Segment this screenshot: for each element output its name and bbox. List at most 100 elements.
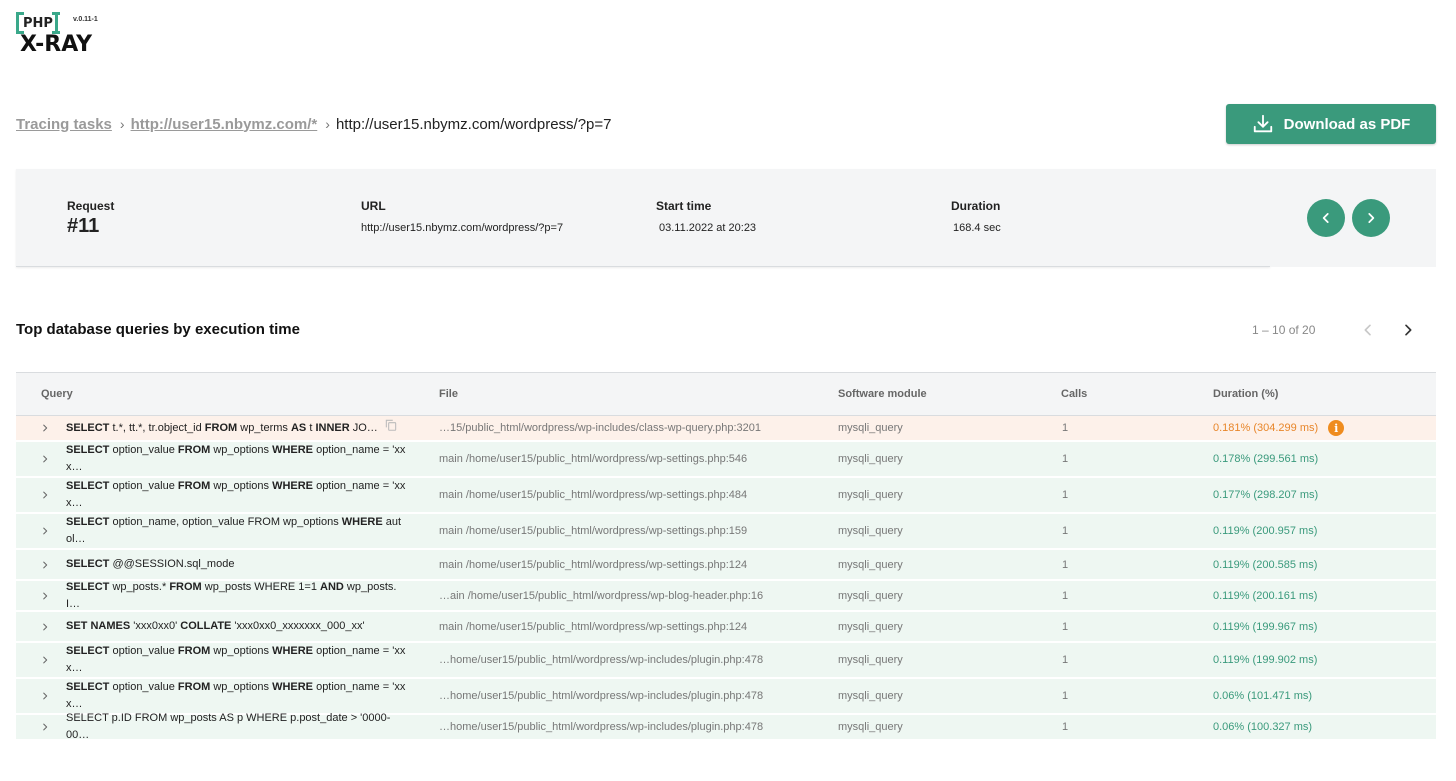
file-path: main /home/user15/public_html/wordpress/… bbox=[439, 525, 748, 537]
duration-value: 168.4 sec bbox=[953, 222, 1001, 234]
header-software-module[interactable]: Software module bbox=[838, 388, 927, 400]
expand-chevron-icon[interactable] bbox=[40, 715, 52, 739]
table-row[interactable]: SELECT option_name, option_value FROM wp… bbox=[16, 514, 1436, 550]
query-fragment: @@SESSION.sql_mode bbox=[109, 558, 235, 570]
pager-range: 1 – 10 of 20 bbox=[1252, 323, 1316, 337]
table-row[interactable]: SELECT p.ID FROM wp_posts AS p WHERE p.p… bbox=[16, 712, 1436, 741]
duration-cell: 0.119% (199.967 ms) bbox=[1213, 612, 1317, 641]
software-module: mysqli_query bbox=[838, 453, 903, 465]
query-fragment: wp_options bbox=[210, 480, 273, 492]
duration-cell: 0.178% (299.561 ms) bbox=[1213, 442, 1318, 476]
query-text: SELECT @@SESSION.sql_mode bbox=[66, 550, 411, 579]
expand-chevron-icon[interactable] bbox=[40, 581, 52, 610]
query-fragment: option_value bbox=[109, 480, 178, 492]
query-keyword: FROM bbox=[177, 681, 211, 693]
expand-chevron-icon[interactable] bbox=[40, 416, 52, 440]
copy-icon[interactable] bbox=[378, 418, 398, 438]
calls-count: 1 bbox=[1062, 620, 1069, 633]
calls-count: 1 bbox=[1062, 422, 1069, 434]
duration-cell: 0.181% (304.299 ms) i bbox=[1213, 416, 1345, 440]
software-module: mysqli_query bbox=[838, 620, 903, 633]
previous-request-button[interactable] bbox=[1307, 199, 1345, 237]
download-icon bbox=[1253, 114, 1272, 133]
duration-value: 0.119% (200.161 ms) bbox=[1213, 589, 1318, 602]
file-path: …15/public_html/wordpress/wp-includes/cl… bbox=[439, 422, 762, 434]
query-keyword: SELECT bbox=[66, 645, 110, 657]
expand-chevron-icon[interactable] bbox=[40, 643, 52, 677]
query-keyword: SELECT bbox=[66, 558, 110, 570]
info-icon[interactable]: i bbox=[1328, 420, 1345, 436]
software-module: mysqli_query bbox=[838, 589, 903, 602]
query-fragment: wp_options bbox=[210, 681, 273, 693]
query-fragment: wp_options bbox=[210, 444, 273, 456]
query-text: SELECT option_value FROM wp_options WHER… bbox=[66, 442, 411, 476]
calls-count: 1 bbox=[1062, 489, 1069, 501]
table-row[interactable]: SELECT @@SESSION.sql_mode main /home/user… bbox=[16, 550, 1436, 581]
header-query[interactable]: Query bbox=[41, 388, 73, 400]
expand-chevron-icon[interactable] bbox=[40, 514, 52, 548]
query-fragment: JO… bbox=[349, 421, 378, 434]
file-path: …home/user15/public_html/wordpress/wp-in… bbox=[439, 690, 764, 702]
calls-count: 1 bbox=[1062, 690, 1069, 702]
chevron-right-icon: › bbox=[325, 116, 330, 132]
header-file[interactable]: File bbox=[439, 388, 458, 400]
expand-chevron-icon[interactable] bbox=[40, 679, 52, 713]
next-request-button[interactable] bbox=[1352, 199, 1390, 237]
query-keyword: WHERE bbox=[272, 480, 314, 492]
duration-value: 0.177% (298.207 ms) bbox=[1213, 489, 1319, 501]
chevron-right-icon bbox=[1368, 213, 1375, 223]
query-fragment: 'xxx0xx0' bbox=[130, 620, 181, 632]
software-module: mysqli_query bbox=[838, 690, 903, 702]
calls-count: 1 bbox=[1062, 654, 1069, 666]
download-pdf-button[interactable]: Download as PDF bbox=[1226, 104, 1436, 144]
query-text: SET NAMES 'xxx0xx0' COLLATE 'xxx0xx0_xxx… bbox=[66, 612, 411, 641]
query-text: SELECT option_name, option_value FROM wp… bbox=[66, 514, 411, 548]
software-module: mysqli_query bbox=[838, 489, 903, 501]
chevron-left-icon bbox=[1322, 213, 1329, 223]
query-text: SELECT option_value FROM wp_options WHER… bbox=[66, 478, 411, 512]
duration-cell: 0.119% (200.585 ms) bbox=[1213, 550, 1317, 579]
request-summary: Request #11 URL http://user15.nbymz.com/… bbox=[16, 169, 1270, 267]
duration-value: 0.181% (304.299 ms) bbox=[1213, 422, 1319, 434]
software-module: mysqli_query bbox=[838, 721, 903, 733]
breadcrumb-domain[interactable]: http://user15.nbymz.com/* bbox=[131, 116, 318, 133]
header-calls[interactable]: Calls bbox=[1061, 388, 1087, 400]
query-keyword: WHERE bbox=[272, 681, 314, 693]
table-row[interactable]: SELECT option_value FROM wp_options WHER… bbox=[16, 442, 1436, 478]
query-keyword: FROM bbox=[204, 421, 238, 434]
table-row[interactable]: SELECT option_value FROM wp_options WHER… bbox=[16, 643, 1436, 679]
software-module: mysqli_query bbox=[838, 422, 903, 434]
query-fragment: option_value bbox=[109, 444, 178, 456]
request-nav bbox=[1270, 169, 1436, 267]
url-value: http://user15.nbymz.com/wordpress/?p=7 bbox=[361, 222, 564, 234]
software-module: mysqli_query bbox=[838, 558, 903, 571]
query-keyword: FROM bbox=[177, 444, 211, 456]
expand-chevron-icon[interactable] bbox=[40, 550, 52, 579]
summary-url: URL http://user15.nbymz.com/wordpress/?p… bbox=[361, 199, 563, 234]
expand-chevron-icon[interactable] bbox=[40, 478, 52, 512]
pager-next-button[interactable] bbox=[1400, 322, 1416, 338]
table-row[interactable]: SELECT option_value FROM wp_options WHER… bbox=[16, 478, 1436, 514]
query-text: SELECT option_value FROM wp_options WHER… bbox=[66, 643, 411, 677]
download-pdf-label: Download as PDF bbox=[1283, 115, 1411, 133]
query-keyword: WHERE bbox=[272, 645, 314, 657]
header-duration[interactable]: Duration (%) bbox=[1213, 388, 1278, 400]
query-keyword: SET NAMES bbox=[66, 620, 131, 632]
query-fragment: 'xxx0xx0_xxxxxxx_000_xx' bbox=[231, 620, 365, 632]
table-row[interactable]: SET NAMES 'xxx0xx0' COLLATE 'xxx0xx0_xxx… bbox=[16, 612, 1436, 643]
breadcrumb-tracing-tasks[interactable]: Tracing tasks bbox=[16, 116, 112, 133]
table-row[interactable]: SELECT t.*, tt.*, tr.object_id FROM wp_t… bbox=[16, 416, 1436, 442]
query-fragment: wp_posts.* bbox=[109, 580, 170, 593]
calls-count: 1 bbox=[1062, 525, 1069, 537]
start-time-value: 03.11.2022 at 20:23 bbox=[659, 222, 757, 234]
pager-prev-button[interactable] bbox=[1360, 322, 1376, 338]
calls-count: 1 bbox=[1062, 558, 1069, 571]
query-fragment: t.*, tt.*, tr.object_id bbox=[109, 421, 205, 434]
table-row[interactable]: SELECT wp_posts.* FROM wp_posts WHERE 1=… bbox=[16, 581, 1436, 612]
expand-chevron-icon[interactable] bbox=[40, 442, 52, 476]
software-module: mysqli_query bbox=[838, 525, 903, 537]
summary-request: Request #11 bbox=[67, 199, 114, 238]
file-path: main /home/user15/public_html/wordpress/… bbox=[439, 453, 748, 465]
expand-chevron-icon[interactable] bbox=[40, 612, 52, 641]
duration-cell: 0.119% (200.957 ms) bbox=[1213, 514, 1317, 548]
